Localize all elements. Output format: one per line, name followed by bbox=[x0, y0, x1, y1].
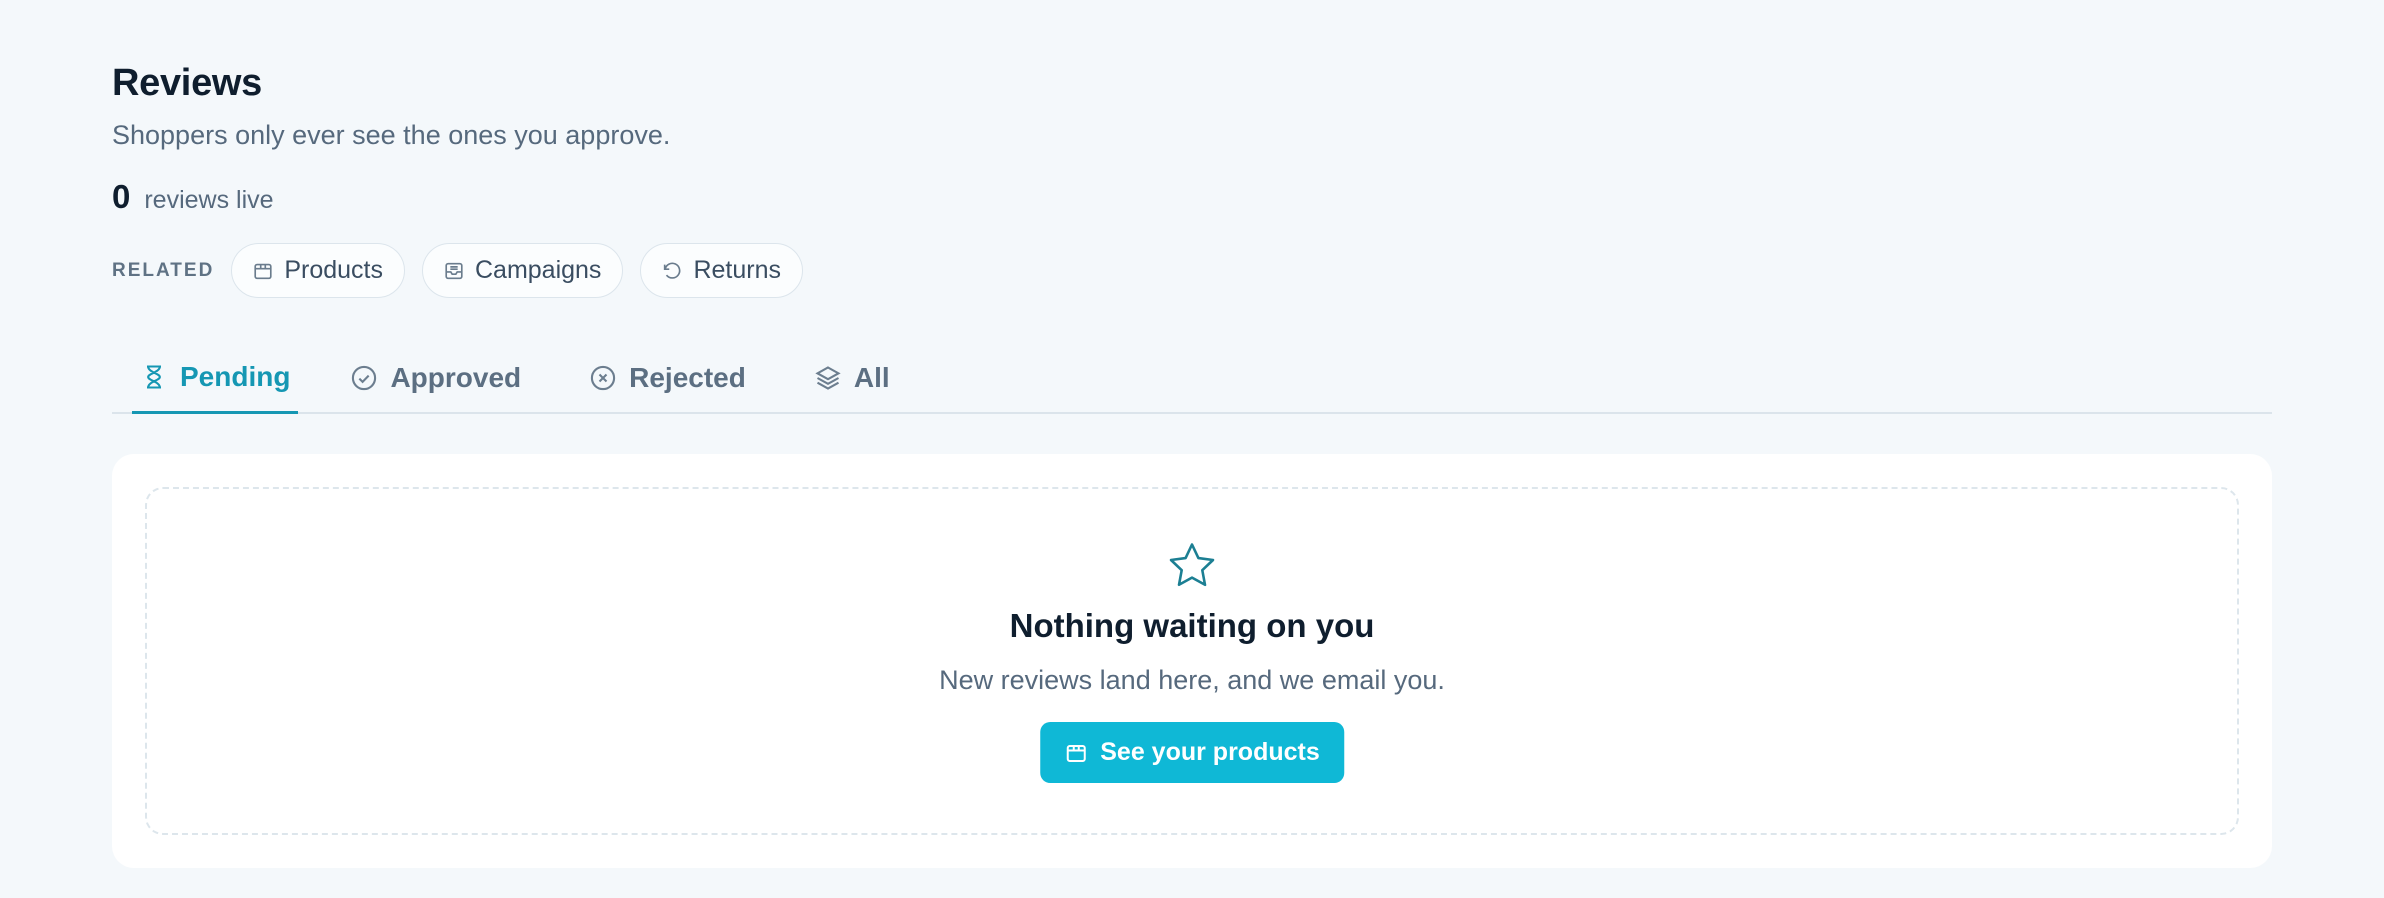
tab-rejected-label: Rejected bbox=[629, 362, 746, 393]
related-returns-label: Returns bbox=[693, 256, 781, 284]
layers-icon bbox=[815, 366, 841, 390]
tab-all-label: All bbox=[853, 362, 890, 393]
box-icon bbox=[254, 263, 272, 279]
inbox-icon bbox=[445, 262, 463, 279]
related-products-link[interactable]: Products bbox=[231, 243, 405, 298]
status-tabs: Pending Approved Rejected All bbox=[112, 342, 2272, 414]
undo-icon bbox=[664, 262, 681, 279]
live-label: reviews live bbox=[144, 186, 274, 214]
box-icon bbox=[1066, 744, 1086, 762]
live-reviews-stat: 0 reviews live bbox=[112, 178, 274, 216]
x-circle-icon bbox=[591, 365, 616, 391]
reviews-panel: Nothing waiting on you New reviews land … bbox=[112, 454, 2272, 868]
tab-pending-label: Pending bbox=[180, 360, 291, 392]
check-circle-icon bbox=[352, 365, 377, 391]
tab-approved[interactable]: Approved bbox=[342, 342, 529, 414]
hourglass-icon bbox=[147, 364, 161, 389]
see-products-label: See your products bbox=[1100, 738, 1320, 766]
star-icon bbox=[1166, 541, 1218, 591]
page-title: Reviews bbox=[112, 62, 262, 104]
tab-pending[interactable]: Pending bbox=[132, 342, 299, 414]
tab-rejected[interactable]: Rejected bbox=[581, 342, 754, 414]
tab-all[interactable]: All bbox=[806, 342, 898, 414]
page-subtitle: Shoppers only ever see the ones you appr… bbox=[112, 120, 671, 150]
related-label: RELATED bbox=[112, 259, 215, 281]
empty-state-text: New reviews land here, and we email you. bbox=[939, 665, 1445, 695]
tab-approved-label: Approved bbox=[390, 362, 522, 393]
empty-state: Nothing waiting on you New reviews land … bbox=[145, 487, 2239, 835]
empty-state-title: Nothing waiting on you bbox=[1009, 607, 1375, 644]
related-returns-link[interactable]: Returns bbox=[640, 243, 803, 298]
related-links: RELATED Products Campaigns Returns bbox=[112, 243, 820, 298]
related-products-label: Products bbox=[284, 256, 383, 284]
see-products-button[interactable]: See your products bbox=[1040, 722, 1344, 783]
related-campaigns-label: Campaigns bbox=[474, 256, 602, 284]
live-count: 0 bbox=[112, 178, 131, 215]
related-campaigns-link[interactable]: Campaigns bbox=[421, 243, 624, 298]
